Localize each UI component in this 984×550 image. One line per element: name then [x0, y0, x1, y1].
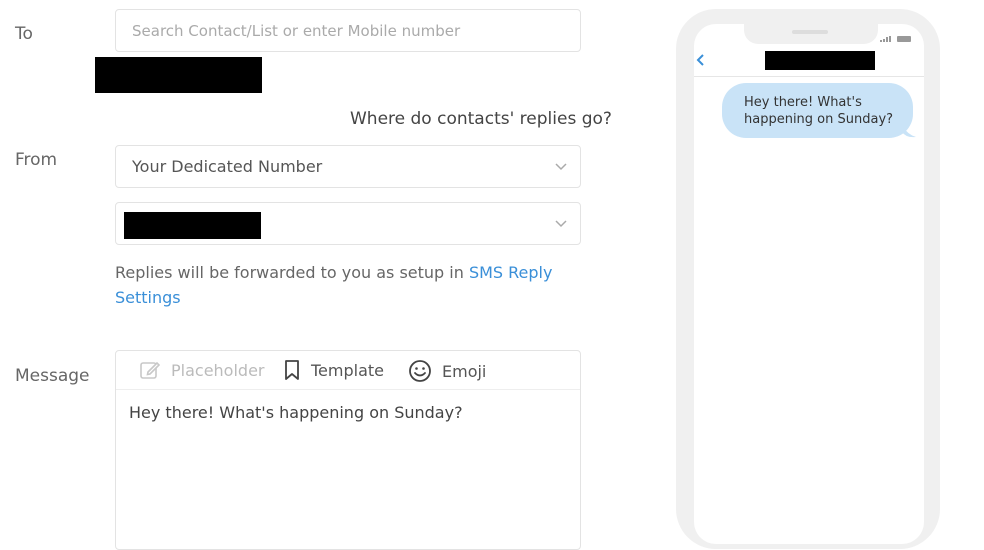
replies-help-link[interactable]: Where do contacts' replies go?: [350, 109, 612, 129]
placeholder-label: Placeholder: [171, 360, 265, 380]
bubble-text: Hey there! What's happening on Sunday?: [744, 95, 894, 127]
template-button[interactable]: Template: [283, 359, 384, 381]
forward-note-text: Replies will be forwarded to you as setu…: [115, 263, 464, 282]
chevron-down-icon: [555, 163, 567, 171]
phone-header-divider: [694, 76, 924, 77]
chevron-down-icon: [555, 220, 567, 228]
sender-number-select[interactable]: [115, 202, 581, 245]
message-composer: Placeholder Template Emoji Hey there! Wh…: [115, 350, 581, 550]
battery-icon: [897, 36, 911, 42]
forward-note: Replies will be forwarded to you as setu…: [115, 260, 585, 310]
back-chevron-icon[interactable]: [696, 54, 706, 66]
emoji-label: Emoji: [442, 361, 487, 381]
composer-toolbar: Placeholder Template Emoji: [116, 351, 580, 390]
from-label: From: [15, 150, 58, 170]
redacted-contact-name: [765, 51, 875, 70]
template-label: Template: [311, 360, 385, 380]
speaker-icon: [792, 30, 828, 34]
smiley-icon: [409, 360, 431, 382]
sms-reply-settings-link-cont[interactable]: Settings: [115, 288, 181, 307]
redacted-block: [95, 57, 262, 93]
bookmark-icon: [285, 360, 299, 380]
to-label: To: [15, 24, 33, 44]
bubble-tail: [902, 124, 916, 138]
message-label: Message: [15, 366, 90, 386]
recipient-search-field[interactable]: [115, 9, 581, 52]
recipient-search-input[interactable]: [116, 10, 580, 51]
message-bubble: Hey there! What's happening on Sunday?: [722, 83, 913, 138]
signal-icon: [880, 36, 891, 42]
redacted-number: [124, 212, 261, 239]
placeholder-button[interactable]: Placeholder: [139, 359, 265, 381]
number-type-value: Your Dedicated Number: [132, 157, 323, 176]
number-type-select[interactable]: Your Dedicated Number: [115, 145, 581, 188]
sms-reply-settings-link[interactable]: SMS Reply: [469, 263, 553, 282]
edit-icon: [140, 361, 161, 379]
message-textarea[interactable]: Hey there! What's happening on Sunday?: [129, 403, 463, 422]
phone-notch: [744, 24, 878, 44]
emoji-button[interactable]: Emoji: [408, 359, 486, 383]
